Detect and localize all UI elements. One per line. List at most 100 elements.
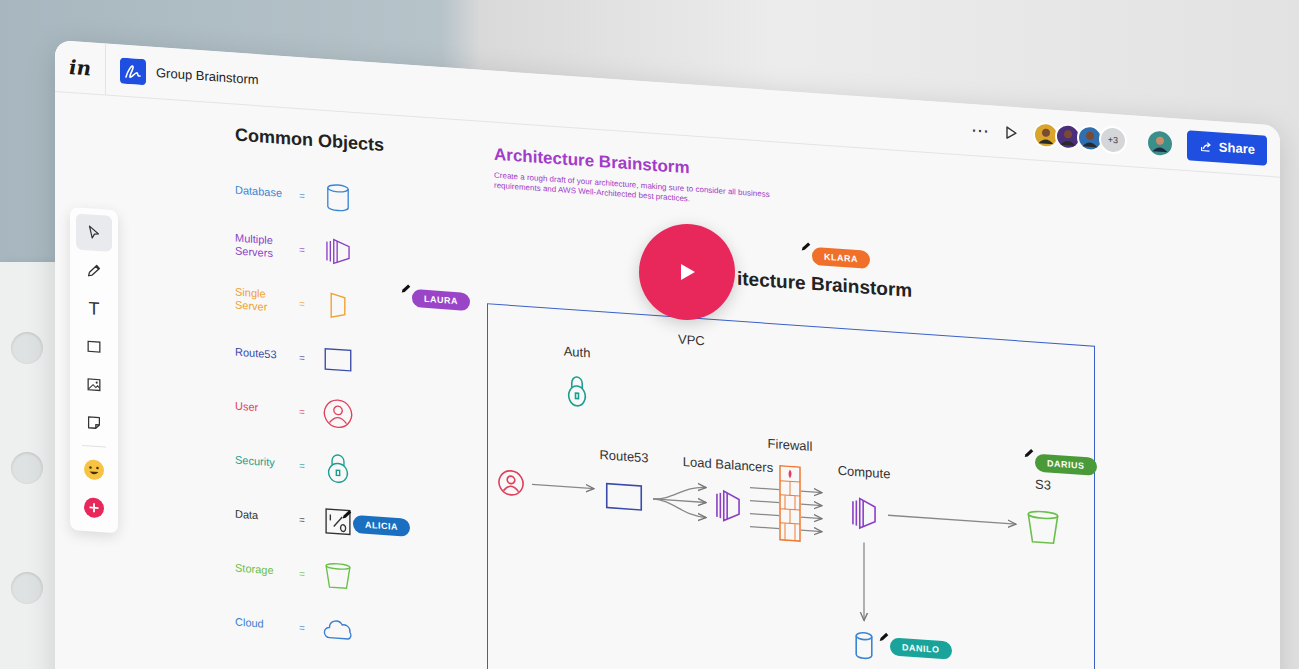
collaborator-cursor: DANILO (878, 631, 952, 660)
arrow (653, 499, 706, 518)
board-title[interactable]: Group Brainstorm (156, 65, 259, 87)
rectangle-tool[interactable] (76, 327, 112, 366)
legend-item[interactable]: Single Server= (235, 272, 384, 336)
legend-separator: = (299, 298, 321, 311)
diagram-node[interactable]: S3 (983, 473, 1103, 553)
brief: Architecture BrainstormCreate a rough dr… (494, 145, 784, 212)
emoji-icon (83, 458, 105, 482)
add-tool[interactable] (76, 488, 112, 527)
compute-icon[interactable] (847, 491, 881, 535)
image-icon (85, 375, 103, 394)
user-icon[interactable] (496, 467, 526, 499)
rectangle-icon (85, 337, 103, 356)
legend: Common ObjectsDatabase=Multiple Servers=… (235, 125, 384, 660)
current-user-avatar-icon[interactable] (1147, 129, 1173, 157)
page: Common ObjectsDatabase=Multiple Servers=… (0, 0, 1299, 669)
vpc-container[interactable]: VPC Auth Route53Load BalancersFirewall Comp… (487, 303, 1095, 669)
legend-item[interactable]: Database= (235, 164, 384, 228)
diagram-node[interactable]: Compute (804, 460, 924, 538)
vpc-label: VPC (678, 332, 705, 349)
route53-icon[interactable] (321, 342, 355, 378)
text-tool-label: T (89, 298, 100, 320)
data-icon[interactable] (321, 504, 355, 540)
share-label: Share (1219, 139, 1255, 157)
pen-tool[interactable] (76, 251, 112, 290)
cursor-name-tag: ALICIA (353, 515, 410, 537)
pencil-icon (1023, 447, 1035, 460)
legend-item[interactable]: Storage= (235, 542, 384, 606)
legend-label: User (235, 400, 299, 418)
storage-icon[interactable] (321, 558, 355, 594)
legend-item[interactable]: Security= (235, 434, 384, 498)
toolbar-divider (82, 445, 106, 448)
node-label: Firewall (768, 436, 813, 455)
text-tool[interactable]: T (76, 289, 112, 328)
servers-icon[interactable] (711, 484, 745, 528)
legend-separator: = (299, 622, 321, 635)
legend-item[interactable]: Multiple Servers= (235, 218, 384, 282)
diagram-node[interactable]: Firewall (730, 433, 850, 545)
diagram-node[interactable]: Auth (517, 340, 637, 412)
route53-icon[interactable] (601, 475, 647, 518)
servers-icon[interactable] (321, 234, 355, 270)
image-tool[interactable] (76, 365, 112, 404)
spacer (269, 80, 957, 128)
app-window: Common ObjectsDatabase=Multiple Servers=… (55, 40, 1280, 669)
more-collaborators[interactable]: +3 (1099, 124, 1127, 154)
legend-separator: = (299, 406, 321, 419)
database-icon[interactable] (321, 180, 355, 216)
share-icon (1199, 138, 1213, 153)
node-label: Load Balancers (683, 454, 773, 476)
more-button[interactable]: ⋯ (967, 118, 993, 142)
node-label: S3 (1035, 477, 1051, 494)
sticky-note-icon (85, 413, 103, 432)
legend-list: Database=Multiple Servers=Single Server=… (235, 164, 384, 660)
collaborator-cursor: DARIUS (1023, 447, 1097, 476)
emoji-tool[interactable] (76, 450, 112, 489)
collaborator-cursor: KLARA (800, 240, 870, 269)
legend-label: Route53 (235, 346, 299, 364)
user-icon[interactable] (321, 396, 355, 432)
cursor-name-tag: LAURA (412, 289, 470, 311)
collaborator-cursor: ALICIA (341, 508, 410, 537)
device-frame (0, 262, 60, 669)
video-play-button[interactable] (639, 224, 735, 320)
pencil-icon (800, 240, 812, 253)
freehand-board-icon[interactable] (120, 57, 146, 85)
share-button[interactable]: Share (1187, 130, 1267, 166)
legend-label: Security (235, 454, 299, 472)
device-dot (11, 572, 43, 604)
play-icon (639, 224, 735, 320)
legend-label: Multiple Servers (235, 231, 299, 262)
sticky-note-tool[interactable] (76, 403, 112, 442)
node-label: Auth (564, 344, 591, 362)
legend-separator: = (299, 190, 321, 203)
legend-item[interactable]: User= (235, 380, 384, 444)
arrow (888, 515, 1016, 524)
diagram-node[interactable]: Route53 (564, 445, 684, 521)
pencil-icon (878, 631, 890, 644)
legend-item[interactable]: Route53= (235, 326, 384, 390)
board-heading[interactable]: itecture Brainstorm (737, 268, 912, 302)
logo-text: in (69, 54, 91, 80)
add-icon (83, 496, 105, 520)
cloud-icon[interactable] (321, 612, 355, 648)
database-icon[interactable] (851, 628, 877, 664)
diagram-node[interactable] (451, 464, 571, 502)
logo[interactable]: in (55, 40, 106, 95)
pen-icon (85, 261, 103, 280)
security-icon[interactable] (321, 450, 355, 486)
legend-label: Single Server (235, 285, 299, 316)
server-icon[interactable] (321, 288, 355, 324)
brief-description: Create a rough draft of your architectur… (494, 171, 784, 212)
pencil-icon (341, 508, 353, 521)
select-tool[interactable] (76, 213, 112, 252)
diagram-node[interactable]: Load Balancers (668, 453, 788, 531)
present-icon[interactable] (1003, 124, 1019, 141)
device-dot (11, 332, 43, 364)
legend-item[interactable]: Cloud= (235, 596, 384, 660)
legend-separator: = (299, 244, 321, 257)
security-icon[interactable] (562, 371, 592, 409)
firewall-icon[interactable] (779, 465, 801, 543)
storage-icon[interactable] (1022, 504, 1064, 551)
